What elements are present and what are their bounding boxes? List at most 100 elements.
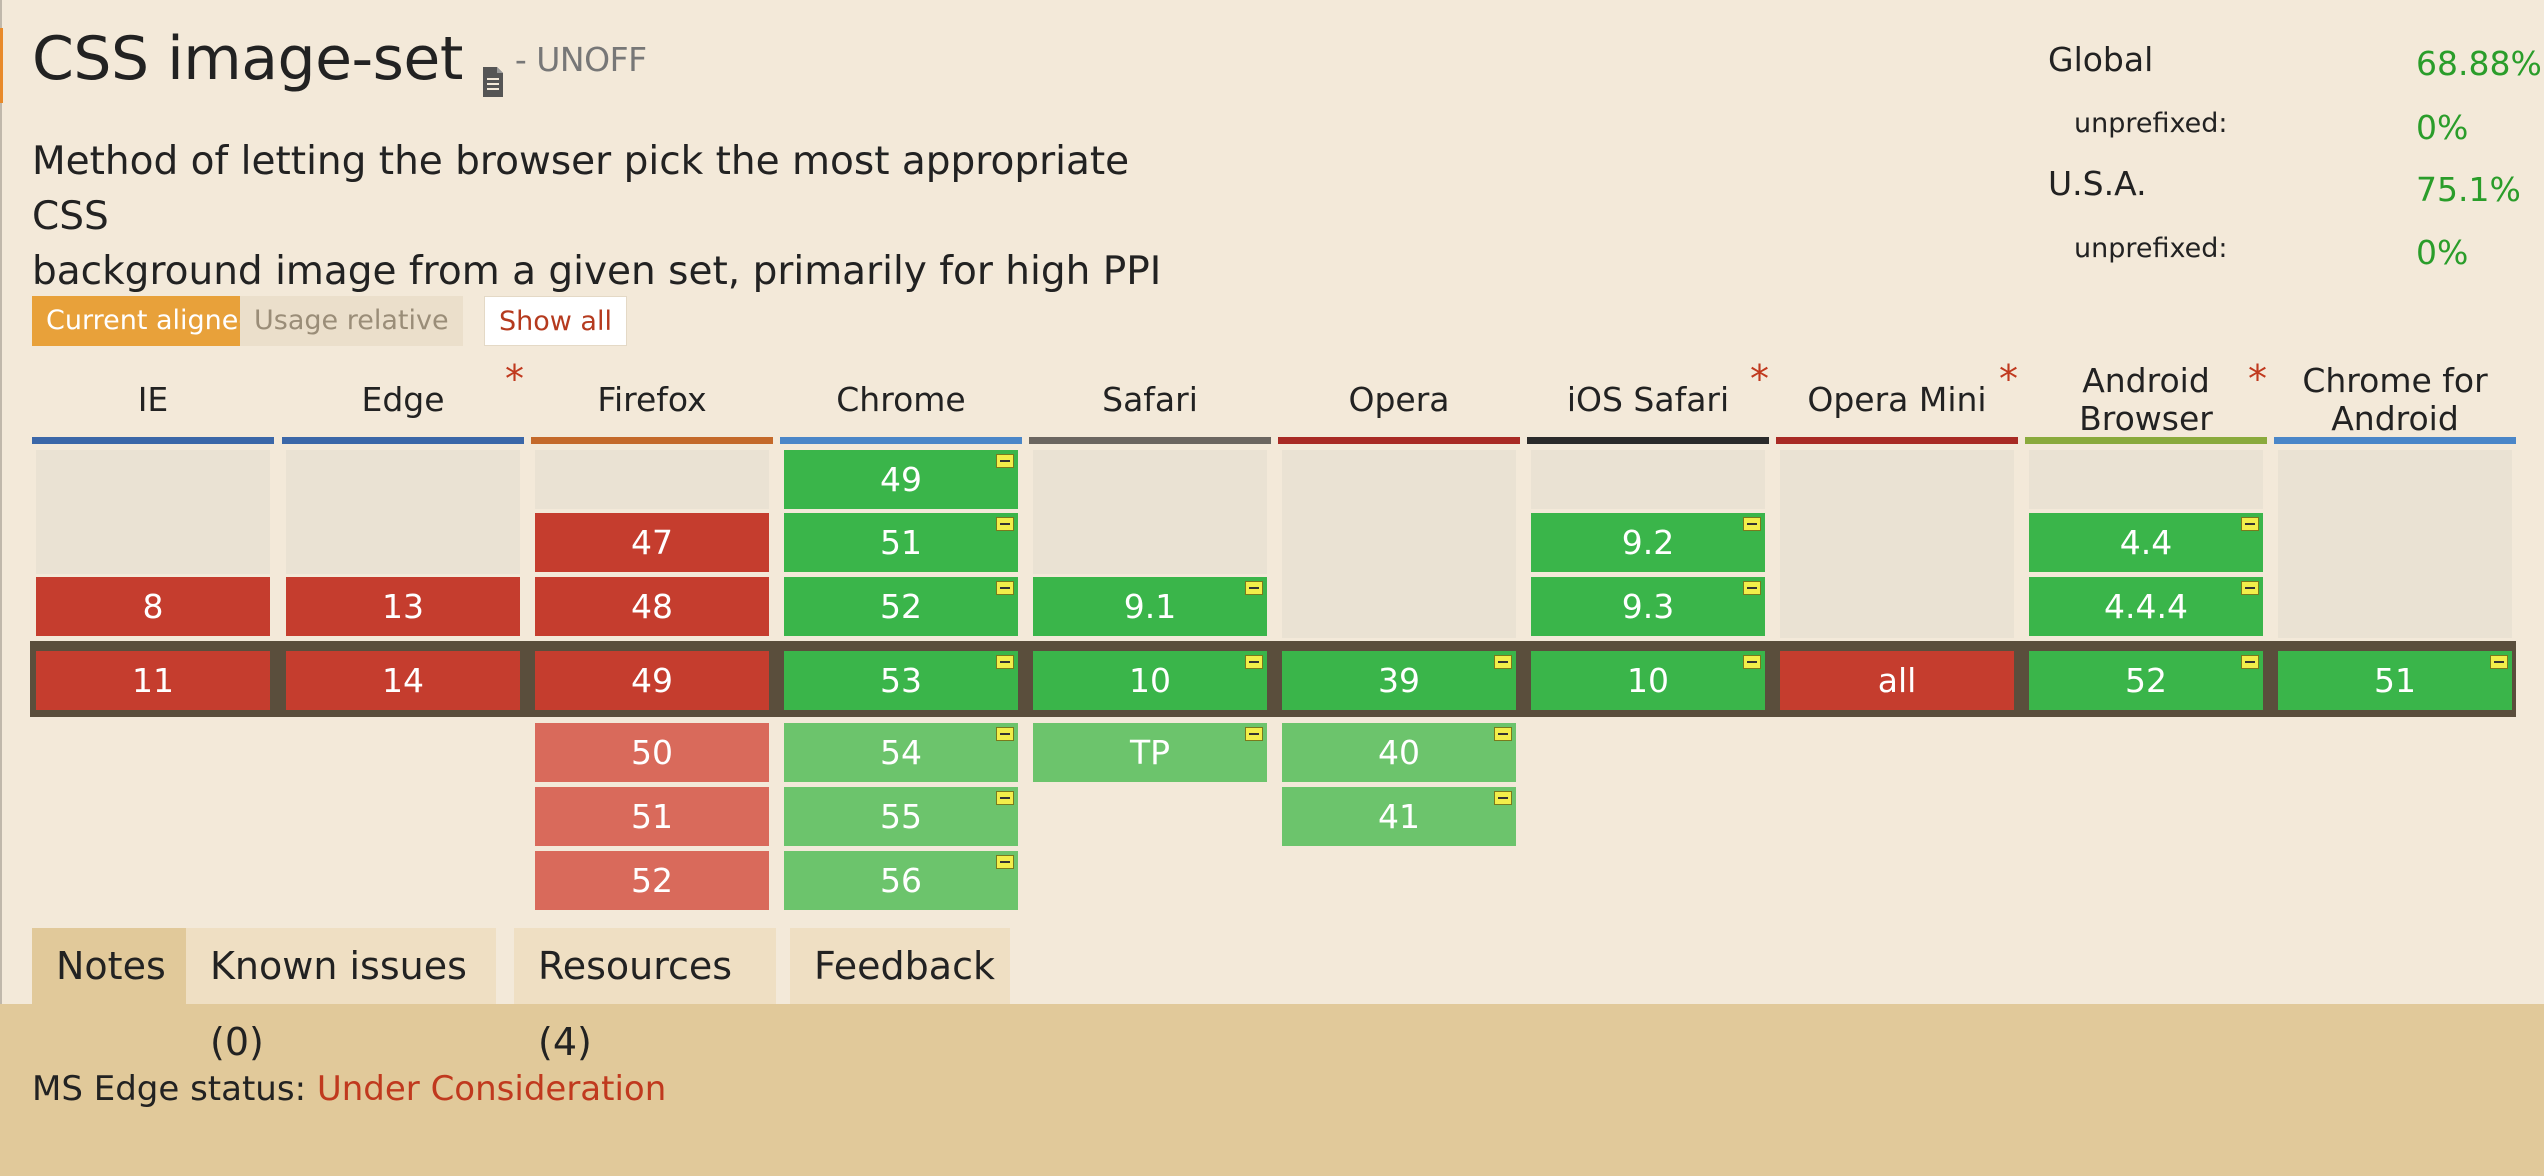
version-cell-ie-8[interactable]: 8: [36, 577, 270, 636]
notes-asterisk[interactable]: *: [2248, 360, 2267, 398]
version-cell-ie-current[interactable]: 11: [36, 651, 270, 710]
browser-header-safari[interactable]: Safari: [1029, 356, 1271, 444]
stat-usa-value: 75.1%: [2416, 170, 2521, 209]
version-cell-opera-current[interactable]: 39: [1282, 651, 1516, 710]
browser-name-line-1: Chrome for: [2302, 361, 2488, 400]
spec-status: - UNOFF: [514, 39, 647, 79]
version-label: 9.2: [1621, 523, 1675, 562]
notes-asterisk[interactable]: *: [1750, 360, 1769, 398]
version-cell-opera-41[interactable]: 41: [1282, 787, 1516, 846]
version-cell-opera-mini-current[interactable]: all: [1780, 651, 2014, 710]
version-cell-firefox-50[interactable]: 50: [535, 723, 769, 782]
version-cell-chrome-52[interactable]: 52: [784, 577, 1018, 636]
version-cell-edge-13[interactable]: 13: [286, 577, 520, 636]
version-cell-ios-9-2[interactable]: 9.2: [1531, 513, 1765, 572]
flag-icon: [1245, 655, 1263, 669]
stat-global-unprefixed: unprefixed:: [2048, 108, 2227, 139]
current-aligned-button[interactable]: Current aligned: [32, 296, 270, 346]
version-cell-safari-9-1[interactable]: 9.1: [1033, 577, 1267, 636]
version-label: 41: [1378, 797, 1420, 836]
version-label: 52: [2125, 661, 2167, 700]
tab-notes[interactable]: Notes: [32, 928, 200, 1004]
flag-icon: [1743, 581, 1761, 595]
stat-usa: U.S.A.: [2048, 164, 2147, 203]
browser-header-opera[interactable]: Opera: [1278, 356, 1520, 444]
browser-header-ios-safari[interactable]: iOS Safari *: [1527, 356, 1769, 444]
version-label: 10: [1129, 661, 1171, 700]
browser-color-line-safari: [1029, 437, 1271, 444]
browser-header-ie[interactable]: IE: [32, 356, 274, 444]
version-cell-safari-current[interactable]: 10: [1033, 651, 1267, 710]
version-cell-android-4-4[interactable]: 4.4: [2029, 513, 2263, 572]
version-label: 56: [880, 861, 922, 900]
browser-header-firefox[interactable]: Firefox: [531, 356, 773, 444]
browser-header-opera-mini[interactable]: Opera Mini *: [1776, 356, 2018, 444]
document-icon[interactable]: [481, 43, 505, 97]
tab-feedback[interactable]: Feedback: [790, 928, 1010, 1004]
version-cell-ios-9-3[interactable]: 9.3: [1531, 577, 1765, 636]
version-label: 49: [880, 460, 922, 499]
flag-icon: [1743, 517, 1761, 531]
tab-known-issues[interactable]: Known issues (0): [186, 928, 496, 1064]
stat-usa-label[interactable]: U.S.A.: [2048, 164, 2147, 203]
version-cell-chrome-current[interactable]: 53: [784, 651, 1018, 710]
version-cell-safari-tp[interactable]: TP: [1033, 723, 1267, 782]
version-label: 40: [1378, 733, 1420, 772]
browser-name-line-1: Android: [2082, 361, 2210, 400]
browser-name: Chrome: [836, 380, 966, 419]
browser-color-line-firefox: [531, 437, 773, 444]
notes-asterisk[interactable]: *: [505, 360, 524, 398]
browser-name: Opera Mini: [1807, 380, 1987, 419]
version-cell-empty: [1531, 450, 1765, 509]
version-cell-firefox-48[interactable]: 48: [535, 577, 769, 636]
version-cell-ios-current[interactable]: 10: [1531, 651, 1765, 710]
browser-name: Firefox: [597, 380, 707, 419]
page-title-text: CSS image-set: [32, 24, 463, 94]
version-cell-firefox-current[interactable]: 49: [535, 651, 769, 710]
version-label: 10: [1627, 661, 1669, 700]
version-cell-chrome-54[interactable]: 54: [784, 723, 1018, 782]
browser-color-line-opera-mini: [1776, 437, 2018, 444]
version-cell-chrome-51[interactable]: 51: [784, 513, 1018, 572]
browser-header-edge[interactable]: Edge *: [282, 356, 524, 444]
version-cell-chrome-49[interactable]: 49: [784, 450, 1018, 509]
version-cell-firefox-52[interactable]: 52: [535, 851, 769, 910]
tab-resources[interactable]: Resources (4): [514, 928, 776, 1064]
edge-status-link[interactable]: Under Consideration: [317, 1069, 666, 1109]
browser-name-line-2: Android: [2331, 399, 2459, 438]
browser-header-android-browser[interactable]: Android Browser *: [2025, 356, 2267, 444]
browser-name: Opera: [1348, 380, 1450, 419]
browser-header-chrome-android[interactable]: Chrome for Android: [2274, 356, 2516, 444]
version-cell-empty: [1282, 450, 1516, 638]
browser-color-line-ios-safari: [1527, 437, 1769, 444]
stat-global-label[interactable]: Global: [2048, 40, 2153, 79]
flag-icon: [996, 581, 1014, 595]
show-all-button[interactable]: Show all: [484, 296, 627, 346]
browser-name: Safari: [1102, 380, 1198, 419]
flag-icon: [996, 791, 1014, 805]
flag-icon: [2241, 655, 2259, 669]
version-cell-chrome-android-current[interactable]: 51: [2278, 651, 2512, 710]
browser-name-line-2: Browser: [2079, 399, 2213, 438]
browser-header-chrome[interactable]: Chrome: [780, 356, 1022, 444]
version-label: 4.4.4: [2104, 587, 2188, 626]
version-cell-empty: [1780, 450, 2014, 638]
title-accent-bar: [0, 28, 3, 103]
usage-relative-button[interactable]: Usage relative: [240, 296, 463, 346]
version-cell-firefox-51[interactable]: 51: [535, 787, 769, 846]
version-cell-android-current[interactable]: 52: [2029, 651, 2263, 710]
version-cell-chrome-55[interactable]: 55: [784, 787, 1018, 846]
flag-icon: [1494, 791, 1512, 805]
version-cell-android-4-4-4[interactable]: 4.4.4: [2029, 577, 2263, 636]
version-cell-opera-40[interactable]: 40: [1282, 723, 1516, 782]
version-cell-chrome-56[interactable]: 56: [784, 851, 1018, 910]
version-cell-edge-current[interactable]: 14: [286, 651, 520, 710]
version-label: 9.1: [1123, 587, 1177, 626]
flag-icon: [1743, 655, 1761, 669]
version-cell-firefox-47[interactable]: 47: [535, 513, 769, 572]
version-cell-empty: [36, 450, 270, 574]
version-label: 39: [1378, 661, 1420, 700]
notes-asterisk[interactable]: *: [1999, 360, 2018, 398]
version-cell-empty: [2029, 450, 2263, 509]
left-border: [0, 0, 2, 1176]
